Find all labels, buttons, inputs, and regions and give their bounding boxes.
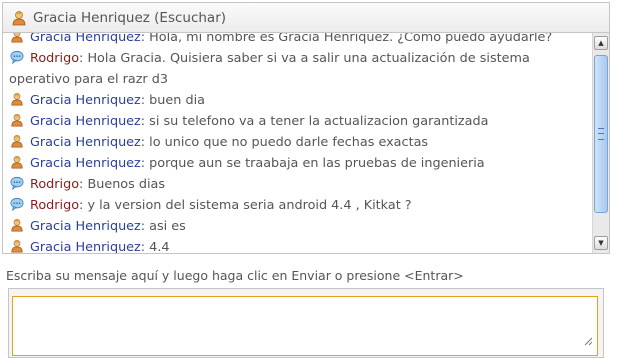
input-instructions: Escriba su mensaje aquí y luego haga cli…	[6, 268, 464, 283]
message-text: si su telefono va a tener la actualizaci…	[149, 114, 489, 129]
message-text: buen dia	[149, 93, 205, 108]
message-sender: Gracia Henriquez	[30, 219, 141, 234]
agent-person-icon	[9, 239, 25, 253]
chat-message: Gracia Henriquez: si su telefono va a te…	[9, 111, 591, 132]
chat-message: Gracia Henriquez: Hola, mi nombre es Gra…	[9, 32, 591, 48]
chat-message: Gracia Henriquez: lo unico que no puedo …	[9, 132, 591, 153]
chat-header: Gracia Henriquez (Escuchar)	[2, 2, 610, 32]
message-text: Buenos dias	[87, 177, 166, 192]
message-sender: Rodrigo	[30, 51, 80, 66]
speech-bubble-icon	[9, 176, 25, 191]
message-text: Hola Gracia. Quisiera saber si va a sali…	[9, 51, 530, 87]
message-sender: Gracia Henriquez	[30, 114, 141, 129]
scroll-grip-icon	[598, 128, 604, 140]
message-sender: Gracia Henriquez	[30, 240, 141, 254]
message-text: 4.4	[149, 240, 170, 254]
message-input[interactable]	[12, 296, 598, 356]
chat-message: Rodrigo: Hola Gracia. Quisiera saber si …	[9, 50, 530, 87]
message-text: asi es	[149, 219, 186, 234]
message-text: y la version del sistema seria android 4…	[87, 198, 412, 213]
message-sender: Gracia Henriquez	[30, 93, 141, 108]
message-sender: Rodrigo	[30, 198, 80, 213]
message-sender: Rodrigo	[30, 177, 80, 192]
transcript-scrollbar[interactable]: ▲ ▼	[592, 33, 609, 253]
message-sender: Gracia Henriquez	[30, 156, 141, 171]
chat-message: Gracia Henriquez: 4.4	[9, 237, 591, 254]
chat-message: Rodrigo: y la version del sistema seria …	[9, 195, 591, 216]
scroll-up-button[interactable]: ▲	[594, 36, 608, 50]
message-list: Gracia Henriquez: Hola, mi nombre es Gra…	[9, 32, 591, 254]
resize-grip-icon[interactable]	[583, 336, 593, 346]
message-text: Hola, mi nombre es Gracia Henriquez. ¿Có…	[149, 32, 553, 45]
message-sender: Gracia Henriquez	[30, 135, 141, 150]
agent-person-icon	[9, 33, 25, 43]
chat-message: Gracia Henriquez: porque aun se traabaja…	[9, 153, 591, 174]
agent-person-icon	[9, 113, 25, 127]
message-text: porque aun se traabaja en las pruebas de…	[149, 156, 485, 171]
message-sender: Gracia Henriquez	[30, 32, 141, 45]
speech-bubble-icon	[9, 50, 25, 65]
scroll-thumb[interactable]	[594, 55, 608, 213]
agent-person-icon	[12, 10, 26, 25]
agent-person-icon	[9, 92, 25, 106]
chat-transcript[interactable]: Gracia Henriquez: Hola, mi nombre es Gra…	[2, 32, 610, 254]
chat-message: Gracia Henriquez: buen dia	[9, 90, 591, 111]
agent-person-icon	[9, 218, 25, 232]
chat-title: Gracia Henriquez (Escuchar)	[33, 9, 227, 26]
chat-message: Rodrigo: Buenos dias	[9, 174, 591, 195]
agent-person-icon	[9, 155, 25, 169]
agent-person-icon	[9, 134, 25, 148]
message-text: lo unico que no puedo darle fechas exact…	[149, 135, 429, 150]
chat-message: Gracia Henriquez: asi es	[9, 216, 591, 237]
scroll-down-button[interactable]: ▼	[594, 236, 608, 250]
speech-bubble-icon	[9, 197, 25, 212]
